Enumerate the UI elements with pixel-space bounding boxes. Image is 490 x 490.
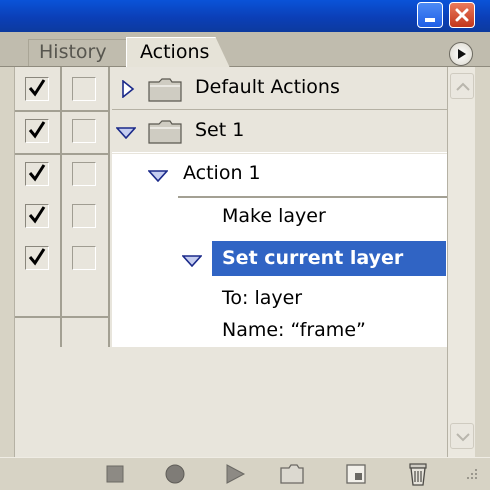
parameter-name: Name: “frame” — [222, 319, 366, 341]
toggle-checkbox-default-actions[interactable] — [25, 77, 49, 101]
record-icon — [165, 464, 185, 484]
checkmark-icon — [28, 79, 46, 97]
checkmark-icon — [28, 206, 46, 224]
play-icon — [226, 464, 246, 484]
folder-icon — [148, 78, 182, 102]
trash-icon — [409, 463, 427, 486]
new-set-icon — [280, 464, 304, 484]
toggle-checkbox-make-layer[interactable] — [25, 204, 49, 228]
stop-icon — [106, 465, 124, 483]
collapse-triangle-icon[interactable] — [116, 127, 136, 139]
chevron-down-icon — [456, 433, 470, 442]
new-set-button[interactable] — [279, 461, 305, 487]
row-label-set-1[interactable]: Set 1 — [195, 119, 244, 141]
tab-history[interactable]: History — [28, 39, 126, 66]
actions-list: Default Actions Set 1 Action 1 Make laye… — [14, 67, 448, 457]
new-action-button[interactable] — [343, 461, 369, 487]
vertical-scrollbar[interactable] — [447, 67, 475, 457]
gutter-divider — [15, 153, 110, 155]
row-label-default-actions[interactable]: Default Actions — [195, 76, 340, 98]
new-action-icon — [346, 464, 366, 484]
delete-button[interactable] — [405, 461, 431, 487]
play-button[interactable] — [222, 461, 248, 487]
checkmark-icon — [28, 121, 46, 139]
dialog-toggle-default-actions[interactable] — [72, 77, 96, 101]
window-titlebar — [0, 0, 490, 32]
minimize-button[interactable] — [417, 2, 443, 28]
toggle-checkbox-set-current-layer[interactable] — [25, 246, 49, 270]
close-button[interactable] — [449, 2, 475, 28]
actions-toolbar — [0, 457, 490, 490]
collapse-triangle-icon[interactable] — [182, 255, 202, 267]
folder-icon — [148, 120, 182, 144]
collapse-triangle-icon[interactable] — [148, 170, 168, 182]
scroll-up-button[interactable] — [450, 73, 474, 99]
scroll-down-button[interactable] — [450, 423, 474, 449]
row-label-set-current-layer[interactable]: Set current layer — [222, 247, 403, 269]
toggle-checkbox-action-1[interactable] — [25, 162, 49, 186]
stop-button[interactable] — [102, 461, 128, 487]
expand-triangle-icon[interactable] — [121, 80, 135, 98]
row-label-make-layer[interactable]: Make layer — [222, 205, 326, 227]
gutter-divider — [15, 316, 110, 318]
panel-right-edge — [475, 67, 490, 457]
checkmark-icon — [28, 164, 46, 182]
toggle-checkbox-set-1[interactable] — [25, 119, 49, 143]
dialog-toggle-set-current-layer[interactable] — [72, 246, 96, 270]
dialog-toggle-make-layer[interactable] — [72, 204, 96, 228]
chevron-up-icon — [456, 82, 470, 91]
dialog-toggle-action-1[interactable] — [72, 162, 96, 186]
panel-menu-button[interactable] — [449, 42, 473, 66]
close-icon — [455, 8, 469, 22]
record-button[interactable] — [162, 461, 188, 487]
command-divider — [178, 196, 448, 198]
gutter-divider — [15, 110, 110, 112]
checkmark-icon — [28, 248, 46, 266]
resize-grip-icon[interactable] — [462, 466, 480, 484]
panel-tab-strip: History Actions — [0, 32, 490, 68]
dialog-toggle-set-1[interactable] — [72, 119, 96, 143]
parameter-to: To: layer — [222, 287, 303, 309]
row-label-action-1[interactable]: Action 1 — [183, 162, 261, 184]
tab-actions[interactable]: Actions — [126, 37, 230, 68]
